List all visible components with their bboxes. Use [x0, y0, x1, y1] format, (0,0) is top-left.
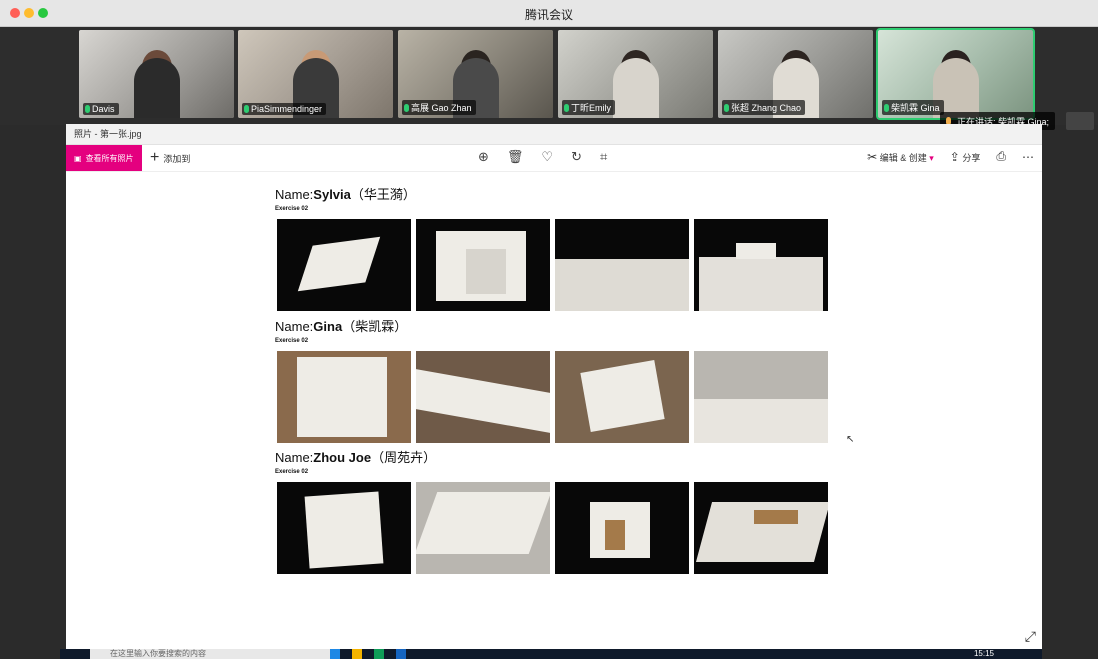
model-photo — [277, 219, 411, 311]
student-name-en: Sylvia — [313, 187, 351, 202]
student-name: Name:Gina（柴凯霖） — [275, 316, 407, 335]
print-icon[interactable]: ⎙ — [996, 149, 1006, 164]
model-photo — [416, 482, 550, 574]
edit-create-button[interactable]: ✂ 编辑 & 创建 ▾ — [867, 150, 934, 164]
model-photo — [694, 482, 828, 574]
model-photo — [277, 482, 411, 574]
microphone-icon — [724, 103, 729, 112]
model-photo-row — [277, 482, 828, 574]
participant-name: Davis — [92, 104, 115, 114]
chevron-down-icon: ▾ — [929, 152, 934, 163]
student-section: Name:Gina（柴凯霖） Exercise 02 — [275, 316, 407, 344]
student-section: Name:Sylvia（华王漪） Exercise 02 — [275, 184, 416, 212]
participant-page-toggle[interactable] — [1066, 112, 1094, 130]
exercise-label: Exercise 02 — [275, 206, 309, 212]
student-name-cn: （周苑卉） — [371, 450, 437, 465]
student-name-cn: （华王漪） — [350, 187, 416, 202]
crop-icon[interactable]: ⌗ — [600, 149, 607, 165]
window-title-bar: 腾讯会议 — [0, 0, 1098, 27]
model-photo — [555, 482, 689, 574]
model-photo-row — [277, 351, 828, 443]
wechat-icon[interactable] — [374, 649, 384, 659]
participant-video-strip: Davis PiaSimmendinger 高展 Gao Zhan 丁昕Emil… — [0, 27, 1098, 125]
model-photo — [416, 351, 550, 443]
microphone-icon — [404, 103, 409, 112]
edit-create-label: 编辑 & 创建 — [879, 152, 927, 163]
model-photo — [416, 219, 550, 311]
share-icon: ⇪ — [949, 149, 960, 164]
participant-name-tag: 张超 Zhang Chao — [722, 100, 806, 115]
model-photo-row — [277, 219, 828, 311]
student-section: Name:Zhou Joe（周苑卉） Exercise 02 — [275, 447, 436, 475]
model-photo — [555, 351, 689, 443]
model-photo — [694, 351, 828, 443]
participant-name: 张超 Zhang Chao — [731, 103, 802, 113]
participant-tile[interactable]: 张超 Zhang Chao — [718, 30, 873, 118]
participant-name-tag: 高展 Gao Zhan — [402, 100, 476, 115]
name-prefix: Name: — [275, 187, 314, 202]
student-name-en: Zhou Joe — [313, 450, 372, 465]
participant-tile[interactable]: 高展 Gao Zhan — [398, 30, 553, 118]
student-name: Name:Zhou Joe（周苑卉） — [275, 447, 436, 466]
participant-name: 柴凯霖 Gina — [891, 103, 940, 113]
window-title: 腾讯会议 — [524, 8, 573, 22]
photos-app-window: 照片 - 第一张.jpg ▣ 查看所有照片 + 添加到 ⊕ 🗑 ♡ ↻ ⌗ ✂ … — [66, 124, 1042, 649]
model-photo — [277, 351, 411, 443]
photos-app-icon[interactable] — [396, 649, 406, 659]
student-name-en: Gina — [313, 319, 343, 334]
taskbar-apps — [330, 649, 406, 659]
exercise-label: Exercise 02 — [275, 338, 309, 344]
photos-toolbar: ▣ 查看所有照片 + 添加到 ⊕ 🗑 ♡ ↻ ⌗ ✂ 编辑 & 创建 ▾ ⇪ 分… — [66, 145, 1042, 172]
share-label: 分享 — [962, 152, 981, 163]
view-all-photos-label: 查看所有照片 — [85, 153, 134, 163]
more-options-icon[interactable]: ⋯ — [1022, 150, 1034, 164]
student-name: Name:Sylvia（华王漪） — [275, 184, 416, 203]
participant-name: 丁昕Emily — [571, 103, 611, 113]
microphone-icon — [884, 103, 889, 112]
add-to-label: 添加到 — [163, 153, 191, 164]
file-explorer-icon[interactable] — [352, 649, 362, 659]
microphone-icon — [85, 105, 90, 113]
windows-taskbar: 在这里输入你要搜索的内容 15:15 — [60, 649, 1042, 659]
view-all-photos-button[interactable]: ▣ 查看所有照片 — [66, 145, 142, 171]
rotate-icon[interactable]: ↻ — [571, 149, 582, 165]
zoom-icon[interactable]: ⊕ — [478, 149, 489, 165]
microphone-icon — [244, 105, 249, 113]
model-photo — [555, 219, 689, 311]
edit-icon: ✂ — [867, 149, 878, 164]
participant-tile[interactable]: PiaSimmendinger — [238, 30, 393, 118]
share-button[interactable]: ⇪ 分享 — [950, 150, 981, 164]
participant-name-tag: 柴凯霖 Gina — [882, 100, 944, 115]
participant-name-tag: 丁昕Emily — [562, 100, 615, 115]
fullscreen-expand-icon[interactable]: ⤢ — [1025, 628, 1036, 645]
microphone-icon — [564, 103, 569, 112]
name-prefix: Name: — [275, 450, 314, 465]
student-name-cn: （柴凯霖） — [342, 319, 408, 334]
participant-tile[interactable]: Davis — [79, 30, 234, 118]
model-photo — [694, 219, 828, 311]
name-prefix: Name: — [275, 319, 314, 334]
edge-icon[interactable] — [330, 649, 340, 659]
delete-icon[interactable]: 🗑 — [507, 149, 524, 165]
participant-name: PiaSimmendinger — [251, 104, 323, 114]
participant-name-tag: Davis — [83, 103, 119, 115]
photo-icon: ▣ — [74, 153, 82, 163]
taskbar-search-input[interactable]: 在这里输入你要搜索的内容 — [90, 649, 330, 659]
favorite-icon[interactable]: ♡ — [541, 149, 553, 165]
participant-tile[interactable]: 丁昕Emily — [558, 30, 713, 118]
taskbar-clock[interactable]: 15:15 — [974, 649, 994, 659]
participant-name-tag: PiaSimmendinger — [242, 103, 327, 115]
mouse-cursor: ↖ — [846, 434, 855, 445]
photo-actions: ⊕ 🗑 ♡ ↻ ⌗ — [478, 149, 607, 165]
participant-name: 高展 Gao Zhan — [411, 103, 472, 113]
exercise-label: Exercise 02 — [275, 469, 309, 475]
participant-tile-active-speaker[interactable]: 柴凯霖 Gina — [876, 28, 1035, 120]
add-to-button[interactable]: + 添加到 — [150, 145, 190, 171]
photo-secondary-actions: ✂ 编辑 & 创建 ▾ ⇪ 分享 ⎙ ⋯ — [867, 149, 1034, 164]
photos-window-title: 照片 - 第一张.jpg — [66, 124, 1042, 145]
plus-icon: + — [150, 149, 160, 166]
